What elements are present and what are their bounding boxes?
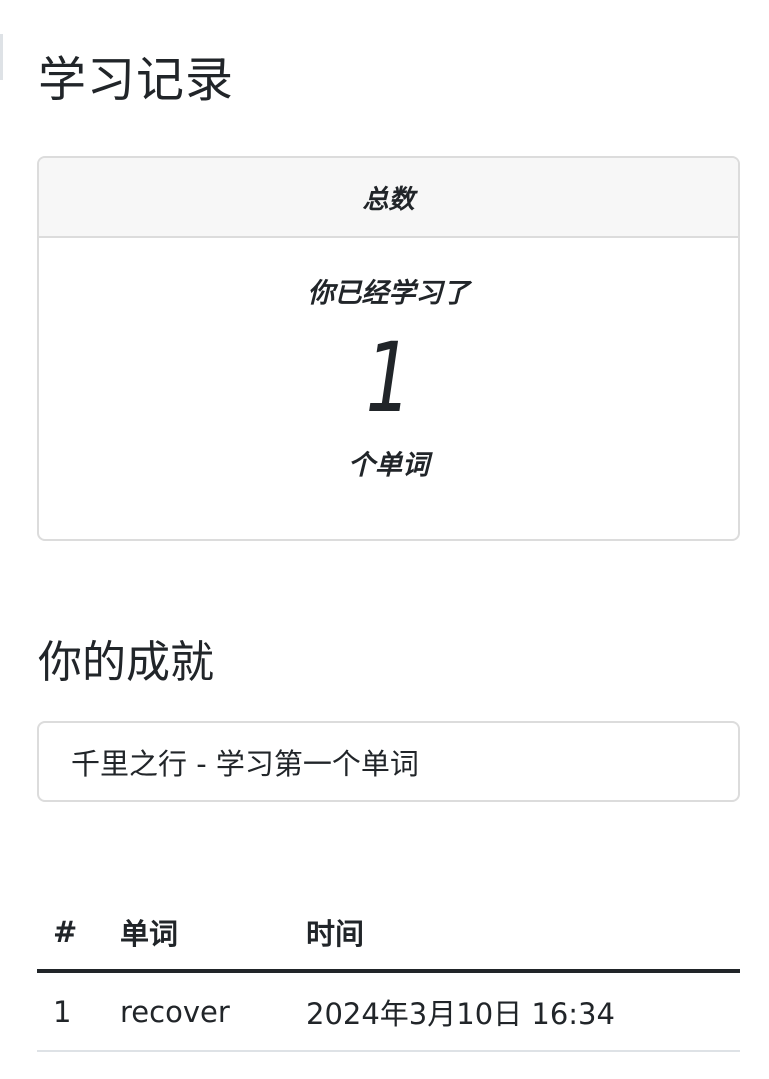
row-word: recover xyxy=(104,971,290,1052)
achievement-item: 千里之行 - 学习第一个单词 xyxy=(37,721,740,802)
learned-word-count: 1 xyxy=(365,322,412,434)
achievements-title: 你的成就 xyxy=(38,637,214,688)
total-card-body: 你已经学习了 1 个单词 xyxy=(39,238,738,484)
page-title: 学习记录 xyxy=(38,52,235,108)
table-header-row: # 单词 时间 xyxy=(37,895,740,973)
total-card-header: 总数 xyxy=(39,158,738,238)
table-row: 1 recover 2024年3月10日 16:34 xyxy=(37,971,740,1052)
row-time: 2024年3月10日 16:34 xyxy=(290,971,740,1052)
edge-scroll-indicator xyxy=(0,34,3,80)
total-card: 总数 你已经学习了 1 个单词 xyxy=(37,156,740,541)
learning-record-page: 学习记录 总数 你已经学习了 1 个单词 你的成就 千里之行 - 学习第一个单词… xyxy=(0,0,769,1079)
row-index: 1 xyxy=(37,971,104,1052)
learned-suffix-text: 个单词 xyxy=(348,450,429,481)
column-header-index: # xyxy=(37,895,104,973)
column-header-word: 单词 xyxy=(104,895,290,973)
learned-prefix-text: 你已经学习了 xyxy=(307,278,470,309)
column-header-time: 时间 xyxy=(290,895,740,973)
history-table: # 单词 时间 1 recover 2024年3月10日 16:34 xyxy=(37,895,740,1052)
